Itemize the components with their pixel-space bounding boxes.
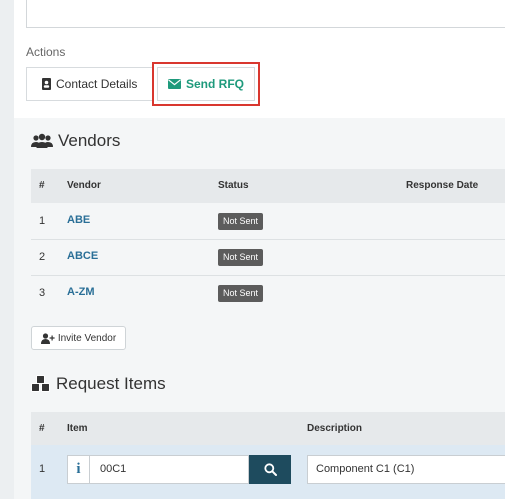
contact-card-icon (42, 78, 51, 90)
invite-vendor-button[interactable]: Invite Vendor (31, 326, 126, 350)
row-num: 2 (39, 251, 46, 263)
item-code-input[interactable]: 00C1 (89, 455, 249, 484)
vendor-link[interactable]: ABE (67, 214, 90, 226)
notes-textarea[interactable] (26, 0, 505, 28)
col-response-date[interactable]: Response Date (406, 180, 478, 191)
vendors-heading: Vendors (31, 131, 120, 151)
search-icon (263, 463, 277, 476)
table-row: 1 ABE Not Sent (31, 204, 505, 240)
col-vendor: Vendor (67, 180, 101, 191)
col-status: Status (218, 180, 249, 191)
table-row: 2 ABCE Not Sent (31, 240, 505, 276)
envelope-icon (167, 79, 181, 89)
contact-details-button[interactable]: Contact Details (26, 67, 152, 101)
table-row: 1 i 00C1 Component C1 (C1) (31, 445, 505, 499)
row-num: 3 (39, 287, 46, 299)
description-input[interactable]: Component C1 (C1) (307, 455, 505, 484)
vendor-link[interactable]: ABCE (67, 250, 98, 262)
vendor-link[interactable]: A-ZM (67, 286, 95, 298)
row-num: 1 (39, 463, 46, 475)
left-gutter (0, 0, 14, 499)
col-item: Item (67, 423, 88, 434)
send-rfq-highlight: Send RFQ (152, 62, 260, 106)
vendors-title: Vendors (58, 131, 121, 150)
status-badge: Not Sent (218, 285, 264, 302)
status-badge: Not Sent (218, 213, 264, 230)
invite-vendor-label: Invite Vendor (57, 332, 117, 344)
users-icon (31, 133, 53, 148)
item-search-button[interactable] (249, 455, 291, 484)
send-rfq-button[interactable]: Send RFQ (157, 67, 255, 101)
col-num: # (39, 180, 45, 191)
actions-label: Actions (26, 45, 66, 59)
request-items-heading: Request Items (31, 374, 166, 394)
info-icon[interactable]: i (67, 455, 89, 484)
col-num: # (39, 423, 45, 434)
request-items-title: Request Items (56, 374, 166, 393)
vendors-table-header: # Vendor Status Response Date (31, 169, 505, 203)
items-table-header: # Item Description (31, 412, 505, 446)
send-rfq-label: Send RFQ (185, 77, 244, 91)
col-description: Description (307, 423, 363, 434)
user-plus-icon (40, 332, 55, 344)
row-num: 1 (39, 215, 46, 227)
status-badge: Not Sent (218, 249, 264, 266)
contact-details-label: Contact Details (56, 77, 138, 91)
cubes-icon (31, 375, 50, 392)
table-row: 3 A-ZM Not Sent (31, 276, 505, 312)
